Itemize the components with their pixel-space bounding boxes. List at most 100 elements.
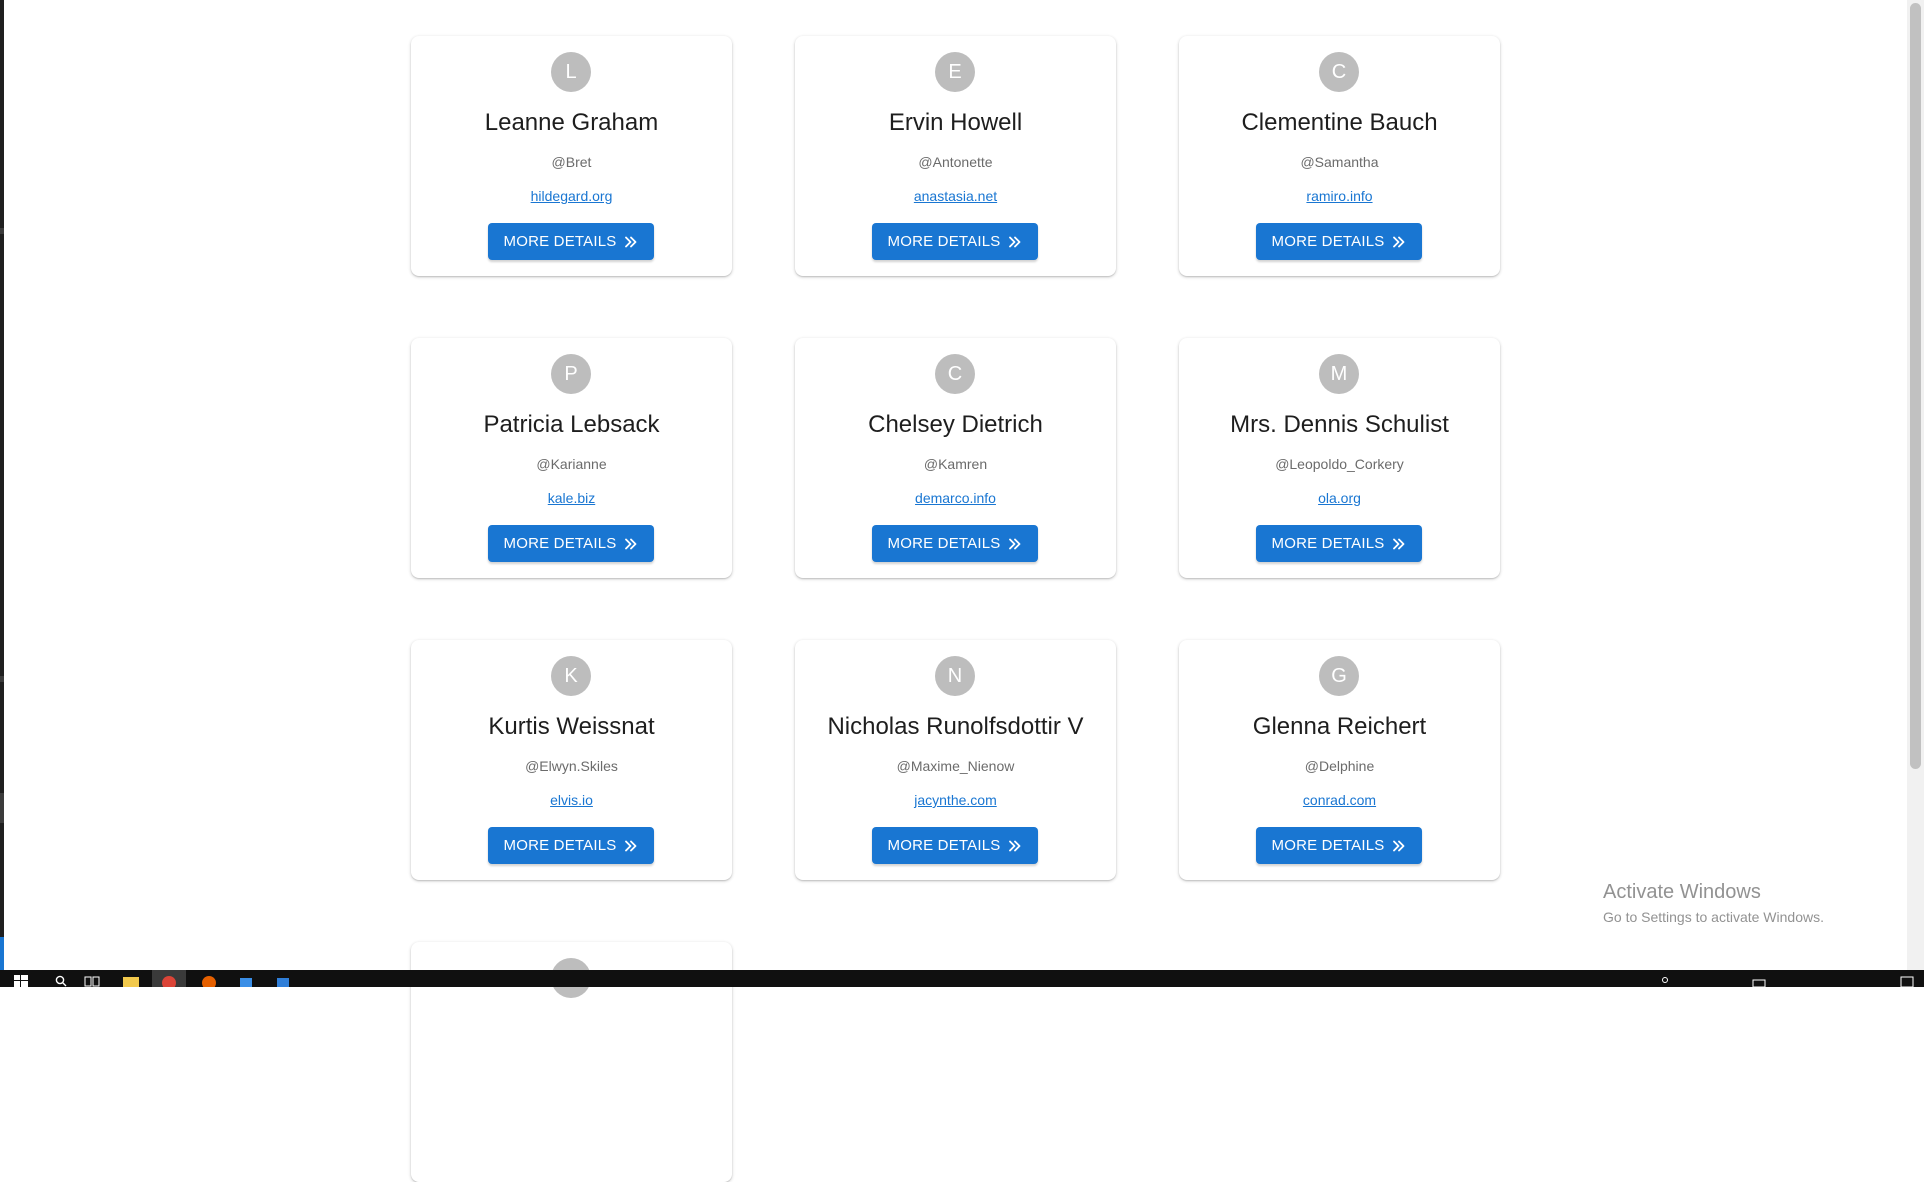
button-label: MORE DETAILS	[1271, 535, 1385, 552]
user-handle: @Samantha	[1300, 154, 1379, 170]
avatar: L	[551, 52, 591, 92]
double-chevron-right-icon	[625, 840, 637, 851]
double-chevron-right-icon	[625, 538, 637, 549]
file-explorer-icon[interactable]	[123, 975, 139, 987]
user-card: L Leanne Graham @Bret hildegard.org MORE…	[411, 36, 732, 276]
user-card: C Chelsey Dietrich @Kamren demarco.info …	[795, 338, 1116, 578]
activate-windows-watermark: Activate Windows Go to Settings to activ…	[1603, 881, 1824, 925]
edge-marker	[0, 228, 4, 234]
button-label: MORE DETAILS	[1271, 837, 1385, 854]
more-details-button[interactable]: MORE DETAILS	[872, 827, 1038, 864]
user-handle: @Maxime_Nienow	[896, 758, 1015, 774]
website-link[interactable]: anastasia.net	[914, 188, 997, 204]
more-details-button[interactable]: MORE DETAILS	[488, 223, 654, 260]
button-label: MORE DETAILS	[887, 233, 1001, 250]
website: kale.biz	[411, 490, 732, 506]
double-chevron-right-icon	[625, 236, 637, 247]
website-link[interactable]: elvis.io	[550, 792, 593, 808]
user-handle: @Karianne	[536, 456, 607, 472]
more-details-button[interactable]: MORE DETAILS	[1256, 525, 1422, 562]
website: elvis.io	[411, 792, 732, 808]
windows-start-icon[interactable]	[14, 975, 28, 987]
task-view-icon[interactable]	[84, 975, 100, 987]
avatar: K	[551, 656, 591, 696]
user-name: Chelsey Dietrich	[868, 411, 1043, 438]
button-label: MORE DETAILS	[503, 837, 617, 854]
website: demarco.info	[795, 490, 1116, 506]
website: jacynthe.com	[795, 792, 1116, 808]
user-card: G Glenna Reichert @Delphine conrad.com M…	[1179, 640, 1500, 880]
user-name: Ervin Howell	[888, 109, 1023, 136]
double-chevron-right-icon	[1393, 236, 1405, 247]
user-name: Kurtis Weissnat	[488, 713, 655, 740]
edge-marker	[0, 937, 4, 970]
more-details-button[interactable]: MORE DETAILS	[488, 525, 654, 562]
user-name: Glenna Reichert	[1252, 713, 1427, 740]
user-card: E Ervin Howell @Antonette anastasia.net …	[795, 36, 1116, 276]
notification-icon[interactable]	[1900, 975, 1914, 987]
double-chevron-right-icon	[1009, 236, 1021, 247]
user-card: M Mrs. Dennis Schulist @Leopoldo_Corkery…	[1179, 338, 1500, 578]
avatar: M	[1319, 354, 1359, 394]
button-label: MORE DETAILS	[503, 535, 617, 552]
avatar: P	[551, 354, 591, 394]
watermark-subtitle: Go to Settings to activate Windows.	[1603, 909, 1824, 925]
avatar: C	[1319, 52, 1359, 92]
avatar: E	[935, 52, 975, 92]
more-details-button[interactable]: MORE DETAILS	[1256, 223, 1422, 260]
user-card: C Clementine Bauch @Samantha ramiro.info…	[1179, 36, 1500, 276]
website: conrad.com	[1179, 792, 1500, 808]
user-card: K Kurtis Weissnat @Elwyn.Skiles elvis.io…	[411, 640, 732, 880]
window-left-edge	[0, 0, 4, 970]
watermark-title: Activate Windows	[1603, 881, 1761, 903]
edge-marker	[0, 676, 4, 682]
user-handle: @Kamren	[923, 456, 988, 472]
more-details-button[interactable]: MORE DETAILS	[872, 223, 1038, 260]
user-handle: @Elwyn.Skiles	[525, 758, 618, 774]
avatar: C	[935, 354, 975, 394]
user-name: Clementine Bauch	[1241, 109, 1438, 136]
more-details-button[interactable]: MORE DETAILS	[1256, 827, 1422, 864]
website: hildegard.org	[411, 188, 732, 204]
website: ola.org	[1179, 490, 1500, 506]
double-chevron-right-icon	[1393, 538, 1405, 549]
more-details-button[interactable]: MORE DETAILS	[872, 525, 1038, 562]
website: ramiro.info	[1179, 188, 1500, 204]
website-link[interactable]: conrad.com	[1303, 792, 1376, 808]
website-link[interactable]: ola.org	[1318, 490, 1361, 506]
user-name: Patricia Lebsack	[483, 411, 660, 438]
user-card: N Nicholas Runolfsdottir V @Maxime_Nieno…	[795, 640, 1116, 880]
website-link[interactable]: demarco.info	[915, 490, 996, 506]
user-handle: @Antonette	[918, 154, 993, 170]
edge-marker	[0, 793, 4, 823]
user-name: Nicholas Runolfsdottir V	[827, 713, 1084, 740]
more-details-button[interactable]: MORE DETAILS	[488, 827, 654, 864]
user-card-grid: L Leanne Graham @Bret hildegard.org MORE…	[411, 36, 1500, 1182]
website-link[interactable]: ramiro.info	[1306, 188, 1372, 204]
user-handle: @Delphine	[1304, 758, 1375, 774]
chrome-icon[interactable]	[161, 975, 177, 987]
search-icon[interactable]	[55, 975, 67, 987]
double-chevron-right-icon	[1393, 840, 1405, 851]
vertical-scrollbar[interactable]	[1907, 0, 1924, 970]
vscode-icon[interactable]	[275, 975, 291, 987]
user-card: P Patricia Lebsack @Karianne kale.biz MO…	[411, 338, 732, 578]
website-link[interactable]: hildegard.org	[531, 188, 613, 204]
firefox-icon[interactable]	[201, 975, 217, 987]
network-icon[interactable]	[1752, 975, 1766, 987]
button-label: MORE DETAILS	[887, 837, 1001, 854]
user-name: Leanne Graham	[484, 109, 659, 136]
website: anastasia.net	[795, 188, 1116, 204]
person-icon[interactable]	[1660, 975, 1670, 987]
user-name: Mrs. Dennis Schulist	[1230, 411, 1449, 438]
scrollbar-thumb[interactable]	[1910, 3, 1921, 769]
app-icon[interactable]	[238, 975, 254, 987]
avatar: N	[935, 656, 975, 696]
button-label: MORE DETAILS	[503, 233, 617, 250]
website-link[interactable]: kale.biz	[548, 490, 595, 506]
double-chevron-right-icon	[1009, 538, 1021, 549]
avatar: G	[1319, 656, 1359, 696]
website-link[interactable]: jacynthe.com	[914, 792, 996, 808]
user-handle: @Leopoldo_Corkery	[1275, 456, 1404, 472]
taskbar	[0, 970, 1924, 987]
